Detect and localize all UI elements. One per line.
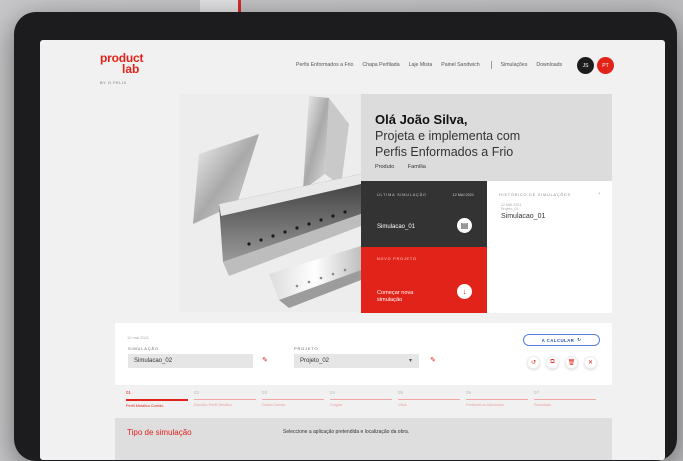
steel-profiles-illustration xyxy=(193,96,361,308)
nav-divider xyxy=(490,61,492,69)
tablet-device: product lab BY O FELIX Perfis Enformados… xyxy=(14,12,677,461)
language-avatar[interactable]: PT xyxy=(597,57,614,74)
undo-icon[interactable]: ↺ xyxy=(527,356,540,369)
tab-produto[interactable]: Produto xyxy=(375,164,394,170)
section-description: Seleccione a aplicação pretendida e loca… xyxy=(283,429,410,435)
nav-simulacoes[interactable]: Simulações xyxy=(501,62,528,69)
nav-painel[interactable]: Painel Sandwich xyxy=(441,62,479,69)
step-bar xyxy=(194,399,256,400)
step-label: Escolha Perfil Metálico xyxy=(194,403,233,407)
simulation-field[interactable]: Simulacao_02 xyxy=(128,354,253,368)
project-value: Projeto_02 xyxy=(300,358,330,364)
step-label: Parâmetros Adicionais xyxy=(466,403,504,407)
greeting-title: Olá João Silva, xyxy=(375,112,468,127)
step-6[interactable]: 06 Parâmetros Adicionais xyxy=(466,390,528,407)
copy-icon[interactable]: ⧉ xyxy=(546,356,559,369)
logo[interactable]: product lab BY O FELIX xyxy=(100,52,143,85)
refresh-icon: ↻ xyxy=(577,337,582,342)
project-select[interactable]: Projeto_02 ▾ xyxy=(294,354,419,368)
nav-downloads[interactable]: Downloads xyxy=(536,62,562,69)
new-project-label: NOVO PROJETO xyxy=(377,257,417,261)
tab-familia[interactable]: Família xyxy=(408,164,426,170)
last-simulation-date: 12 MAI 2021 xyxy=(452,193,474,197)
last-simulation-label: ÚLTIMA SIMULAÇÃO xyxy=(377,193,427,197)
calculate-label: A CALCULAR xyxy=(541,337,575,343)
edit-project-icon[interactable]: ✎ xyxy=(428,356,438,366)
nav-laje[interactable]: Laje Mista xyxy=(409,62,433,69)
step-number: 02 xyxy=(194,390,199,395)
step-label: Resultado xyxy=(534,403,552,407)
last-simulation-card[interactable]: ÚLTIMA SIMULAÇÃO 12 MAI 2021 Simulacao_0… xyxy=(361,181,487,247)
chevron-right-icon[interactable]: › xyxy=(598,191,600,197)
screen: product lab BY O FELIX Perfis Enformados… xyxy=(40,40,665,460)
step-label: Perfil Metálico Corrido xyxy=(126,403,164,408)
step-number: 05 xyxy=(398,390,403,395)
step-label: Cargas xyxy=(330,403,343,407)
project-label: PROJETO xyxy=(294,346,319,351)
step-7[interactable]: 07 Resultado xyxy=(534,390,596,407)
logo-sub: BY O FELIX xyxy=(100,80,127,85)
step-bar xyxy=(330,399,392,400)
step-1[interactable]: 01 Perfil Metálico Corrido xyxy=(126,390,188,408)
step-bar xyxy=(126,399,188,401)
nav-perfis[interactable]: Perfis Enformados a Frio xyxy=(296,62,353,69)
new-simulation-text: Começar nova simulação xyxy=(377,290,414,303)
chevron-down-icon: ▾ xyxy=(408,358,412,364)
step-number: 03 xyxy=(262,390,267,395)
greeting-panel: Olá João Silva, Projeta e implementa com… xyxy=(361,94,612,181)
history-card: HISTÓRICO DE SIMULAÇÕES › 12 MAI 2021 Pr… xyxy=(487,181,612,313)
step-number: 01 xyxy=(126,390,131,395)
user-avatar[interactable]: JS xyxy=(577,57,594,74)
section-title: Tipo de simulação xyxy=(127,428,192,437)
history-project: Projeto_01 xyxy=(501,207,519,211)
main-nav: Perfis Enformados a Frio Chapa Perfilada… xyxy=(296,61,571,69)
step-number: 07 xyxy=(534,390,539,395)
arrow-down-icon[interactable]: ↓ xyxy=(457,284,472,299)
step-bar xyxy=(262,399,324,400)
history-item[interactable]: Simulacao_01 xyxy=(501,213,545,220)
greeting-line1: Projeta e implementa com xyxy=(375,129,521,143)
simulation-type-section: Tipo de simulação Seleccione a aplicação… xyxy=(115,418,612,460)
stepper: 01 Perfil Metálico Corrido 02 Escolha Pe… xyxy=(126,390,616,414)
step-label: Vãos xyxy=(398,403,407,407)
open-document-icon[interactable]: ▤ xyxy=(457,218,472,233)
step-bar xyxy=(534,399,596,400)
delete-icon[interactable]: 🗑 xyxy=(565,356,578,369)
new-project-card[interactable]: NOVO PROJETO Começar nova simulação ↓ xyxy=(361,247,487,313)
header: product lab BY O FELIX Perfis Enformados… xyxy=(40,40,665,96)
step-5[interactable]: 05 Vãos xyxy=(398,390,460,407)
hero-image xyxy=(179,94,361,312)
simulation-form: 12 mai 2021 SIMULAÇÃO PROJETO Simulacao_… xyxy=(115,323,612,385)
step-number: 04 xyxy=(330,390,335,395)
greeting-line2: Perfis Enformados a Frio xyxy=(375,145,514,159)
simulation-label: SIMULAÇÃO xyxy=(128,346,159,351)
step-4[interactable]: 04 Cargas xyxy=(330,390,392,407)
step-label: Dados Gerais xyxy=(262,403,286,407)
step-2[interactable]: 02 Escolha Perfil Metálico xyxy=(194,390,256,407)
edit-simulation-icon[interactable]: ✎ xyxy=(260,356,270,366)
step-bar xyxy=(466,399,528,400)
step-bar xyxy=(398,399,460,400)
step-number: 06 xyxy=(466,390,471,395)
history-label: HISTÓRICO DE SIMULAÇÕES xyxy=(499,193,571,197)
greeting-tabs: Produto Família xyxy=(375,164,438,170)
step-3[interactable]: 03 Dados Gerais xyxy=(262,390,324,407)
logo-line2: lab xyxy=(122,62,140,76)
form-date: 12 mai 2021 xyxy=(127,335,150,340)
last-simulation-name: Simulacao_01 xyxy=(377,224,416,230)
calculate-button[interactable]: A CALCULAR ↻ xyxy=(523,334,600,346)
nav-chapa[interactable]: Chapa Perfilada xyxy=(362,62,399,69)
close-icon[interactable]: ✕ xyxy=(584,356,597,369)
